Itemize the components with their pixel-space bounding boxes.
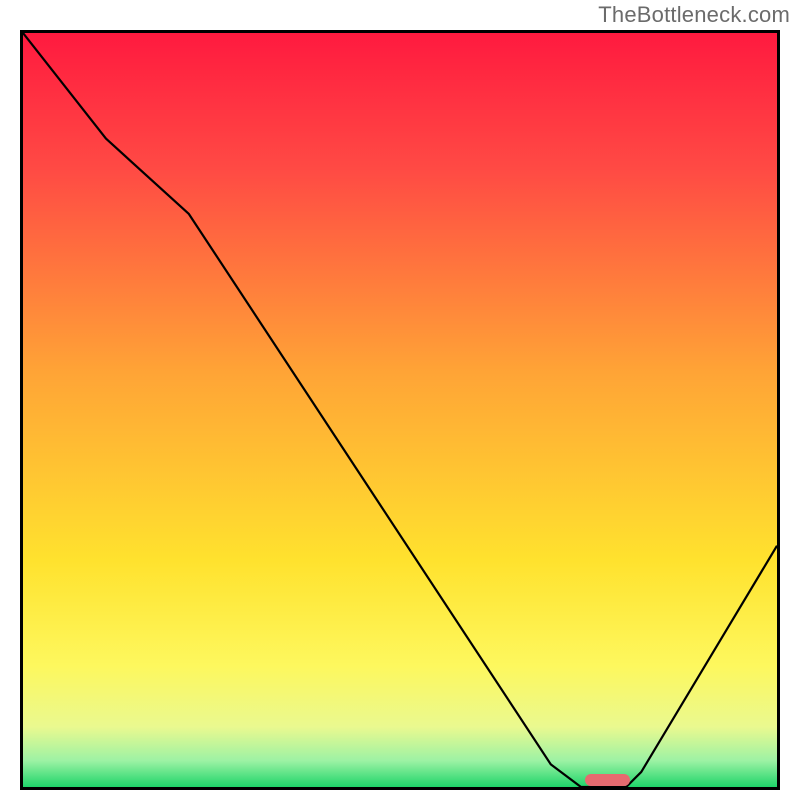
watermark-text: TheBottleneck.com	[598, 2, 790, 28]
plot-area	[20, 30, 780, 790]
bottleneck-curve	[23, 33, 777, 787]
chart-container: TheBottleneck.com	[0, 0, 800, 800]
optimal-range-marker	[585, 774, 630, 786]
